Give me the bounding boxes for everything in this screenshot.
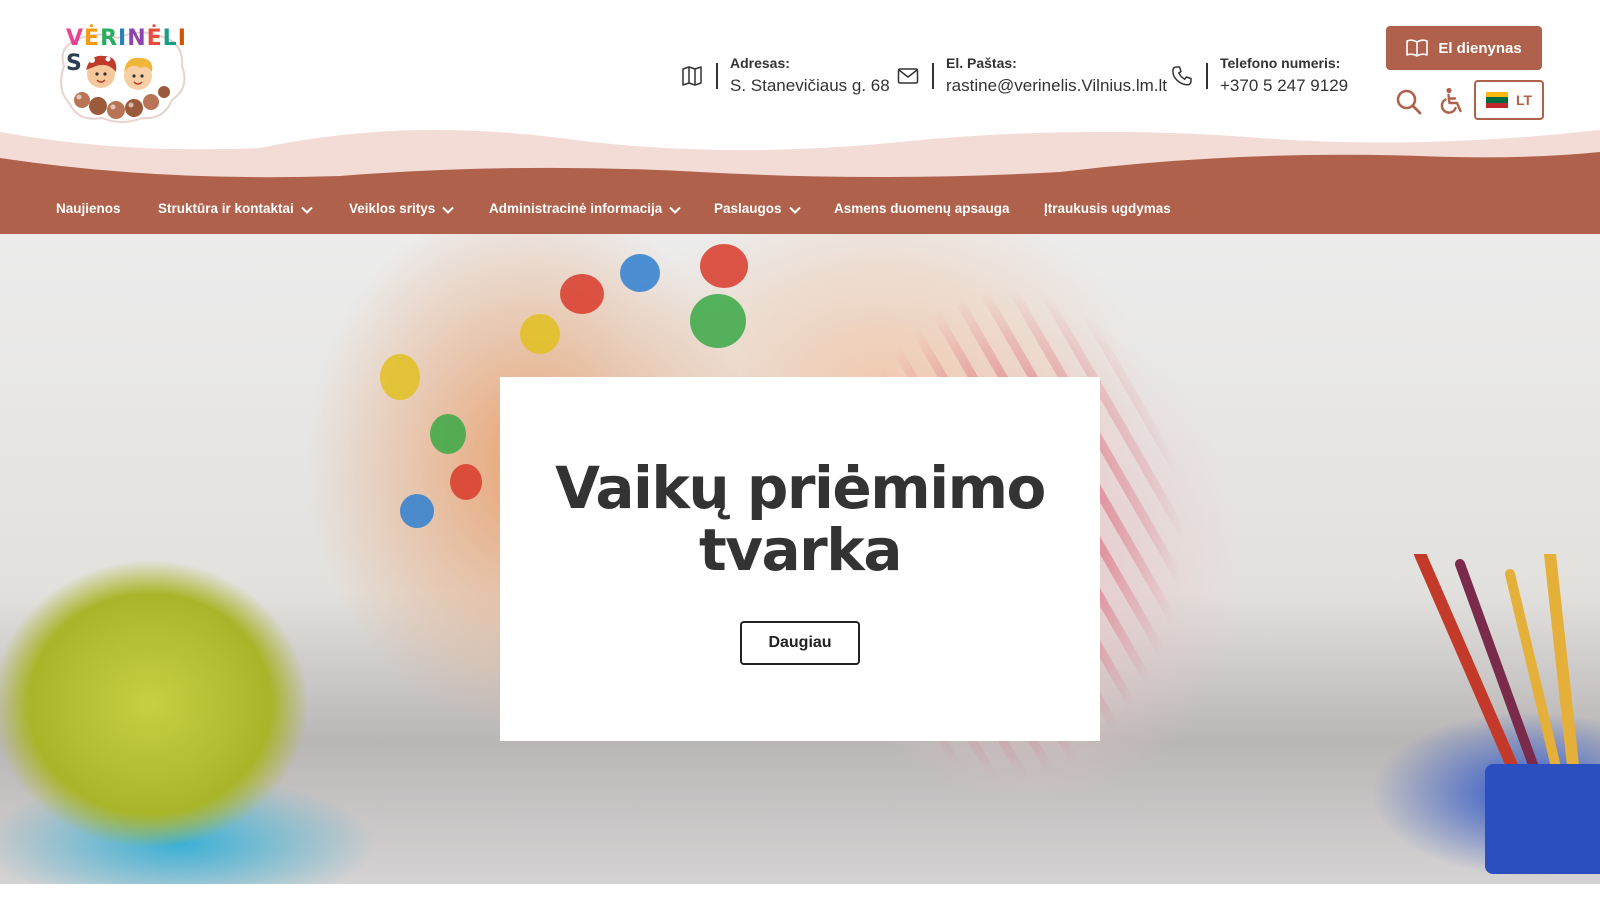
nav-item-itraukusis[interactable]: Įtraukusis ugdymas [1044,201,1171,216]
address-label: Adresas: [730,55,790,71]
address-value: S. Stanevičiaus g. 68 [730,76,890,95]
chevron-down-icon [669,206,682,214]
nav-item-label: Administracinė informacija [489,201,663,216]
contact-email: El. Paštas: rastine@verinelis.Vilnius.lm… [896,54,1167,98]
nav-item-label: Struktūra ir kontaktai [158,201,294,216]
nav-item-administracine[interactable]: Administracinė informacija [489,201,682,216]
contact-address: Adresas: S. Stanevičiaus g. 68 [680,54,890,98]
chevron-down-icon [788,206,801,214]
divider [716,63,718,89]
main-navigation: Naujienos Struktūra ir kontaktai Veiklos… [0,186,1600,413]
el-dienynas-button[interactable]: El dienynas [1386,26,1542,70]
lithuania-flag-icon [1485,92,1508,108]
paint-splotch [430,414,466,454]
hero-title: Vaikų priėmimo tvarka [555,454,1046,584]
contact-phone: Telefono numeris: +370 5 247 9129 [1170,54,1348,98]
nav-item-veiklos-sritys[interactable]: Veiklos sritys [349,201,455,216]
paint-splotch [520,314,560,354]
book-icon [1406,39,1429,57]
wheelchair-icon[interactable] [1437,86,1467,116]
paint-splotch [380,354,420,400]
email-link[interactable]: rastine@verinelis.Vilnius.lm.lt [946,74,1167,98]
daugiau-button[interactable]: Daugiau [740,621,860,665]
chevron-down-icon [442,206,455,214]
paint-splotch [620,254,660,292]
phone-icon [1172,66,1192,86]
phone-link[interactable]: +370 5 247 9129 [1220,74,1348,98]
paint-splotch [690,294,746,348]
el-dienynas-label: El dienynas [1438,39,1522,57]
site-logo[interactable]: VĖRINĖLIS [56,26,190,126]
language-selector[interactable]: LT [1474,80,1544,120]
nav-item-label: Veiklos sritys [349,201,436,216]
map-icon [682,66,702,86]
language-code: LT [1515,92,1533,108]
nav-item-label: Įtraukusis ugdymas [1044,201,1171,216]
divider [1206,63,1208,89]
envelope-icon [897,68,919,84]
nav-item-label: Naujienos [56,201,121,216]
nav-item-asmens-duomenu[interactable]: Asmens duomenų apsauga [834,201,1010,216]
nav-item-paslaugos[interactable]: Paslaugos [714,201,801,216]
nav-item-label: Paslaugos [714,201,782,216]
hero-banner: Vaikų priėmimo tvarka Daugiau [0,234,1600,884]
paint-splotch [450,464,482,500]
paint-splotch [560,274,604,314]
divider [932,63,934,89]
nav-item-label: Asmens duomenų apsauga [834,201,1010,216]
paint-splotch [700,244,748,288]
nav-item-naujienos[interactable]: Naujienos [56,201,121,216]
pencils-illustration [1414,554,1600,874]
paint-splotch [400,494,434,528]
phone-label: Telefono numeris: [1220,55,1341,71]
nav-item-struktura[interactable]: Struktūra ir kontaktai [158,201,313,216]
chevron-down-icon [301,206,313,214]
search-icon[interactable] [1395,88,1423,116]
hero-card: Vaikų priėmimo tvarka Daugiau [500,377,1100,741]
email-label: El. Paštas: [946,55,1017,71]
logo-text: VĖRINĖLIS [66,26,187,76]
